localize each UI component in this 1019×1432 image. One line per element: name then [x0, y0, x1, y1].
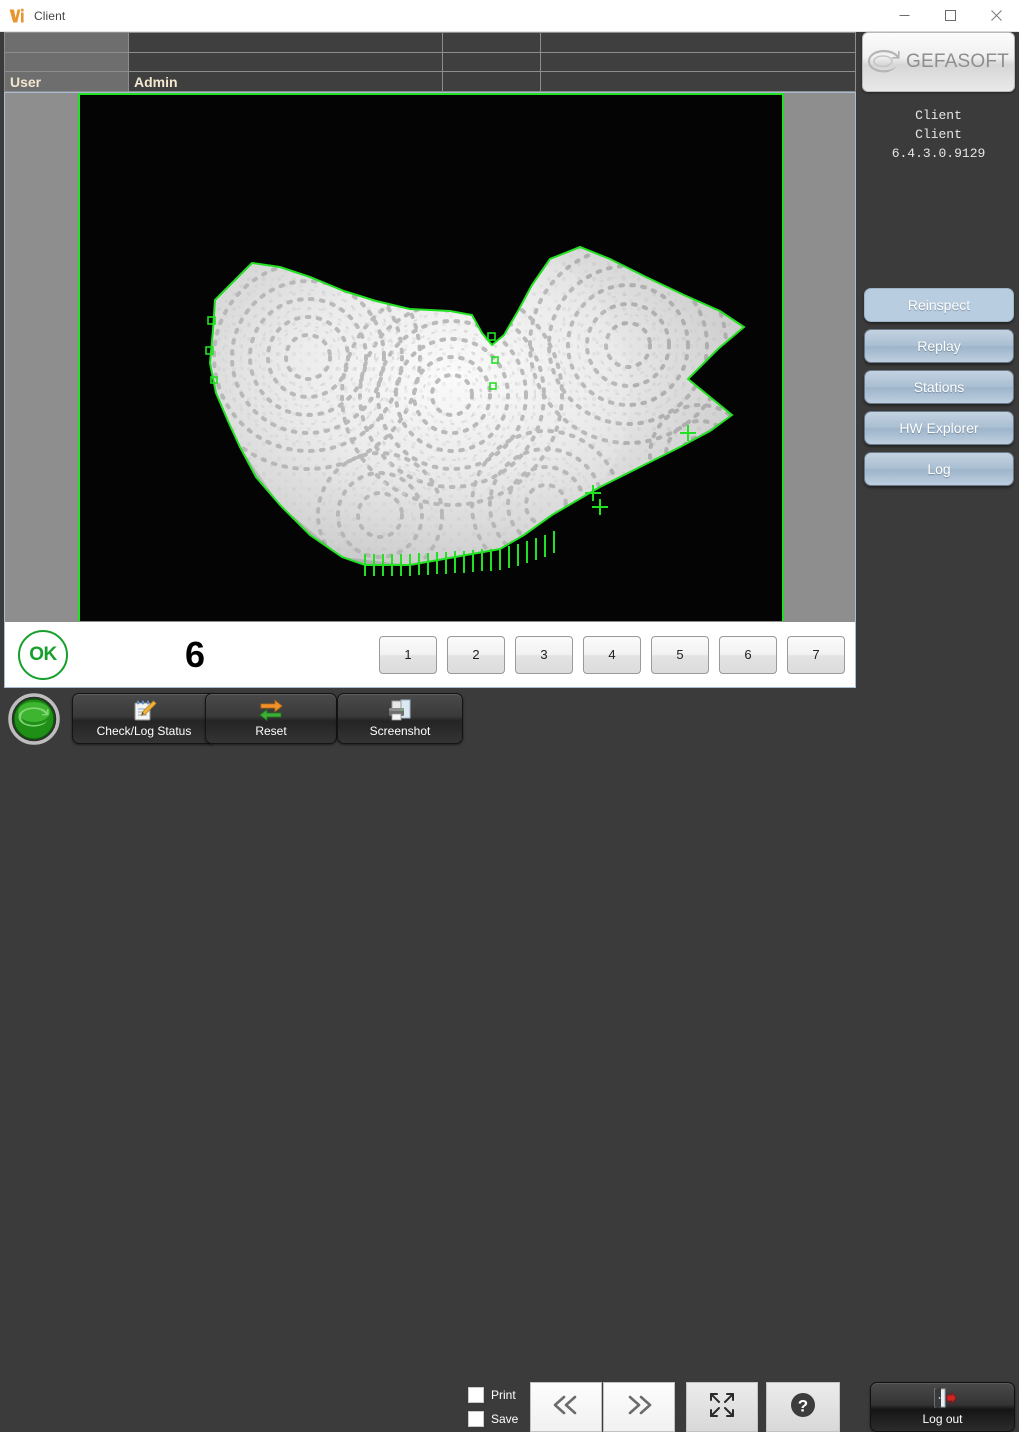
inspected-part-image	[80, 95, 782, 621]
previous-button[interactable]	[530, 1382, 602, 1432]
client-application-window: Client User Admin GEFASOFT Client Client…	[0, 0, 1019, 1432]
check-log-status-label: Check/Log Status	[96, 724, 192, 738]
table-cell-user-label: User	[5, 72, 129, 92]
print-checkbox[interactable]	[468, 1386, 484, 1403]
notepad-pencil-icon	[131, 697, 157, 723]
table-cell-value	[129, 52, 443, 72]
side-button-group: Reinspect Replay Stations HW Explorer Lo…	[864, 288, 1014, 493]
result-status-bar: OK 6 1 2 3 4 5 6 7	[4, 622, 856, 688]
close-button[interactable]	[973, 0, 1019, 31]
table-cell-col3	[443, 72, 541, 92]
stations-button[interactable]: Stations	[864, 370, 1014, 404]
title-bar: Client	[0, 0, 1019, 32]
brand-logo-panel: GEFASOFT	[862, 32, 1015, 92]
green-status-orb[interactable]	[8, 693, 60, 745]
part-count: 6	[185, 633, 206, 675]
chevron-double-right-icon	[622, 1392, 656, 1423]
replay-button[interactable]: Replay	[864, 329, 1014, 363]
reinspect-button[interactable]: Reinspect	[864, 288, 1014, 322]
logout-button[interactable]: Log out	[870, 1382, 1015, 1432]
log-button[interactable]: Log	[864, 452, 1014, 486]
camera-button-4[interactable]: 4	[583, 635, 641, 674]
screenshot-label: Screenshot	[369, 724, 431, 738]
image-viewer-panel	[4, 92, 856, 688]
camera-button-2[interactable]: 2	[447, 635, 505, 674]
camera-selector-group: 1 2 3 4 5 6 7	[379, 635, 845, 674]
refresh-arrows-icon	[257, 697, 285, 723]
table-cell-col4	[541, 72, 855, 92]
screenshot-button[interactable]: Screenshot	[337, 693, 463, 744]
save-checkbox[interactable]	[468, 1410, 484, 1427]
camera-button-7[interactable]: 7	[787, 635, 845, 674]
table-cell-user-value: Admin	[129, 72, 443, 92]
table-row	[5, 33, 855, 53]
window-controls	[881, 0, 1019, 31]
chevron-double-left-icon	[549, 1392, 583, 1423]
next-button[interactable]	[603, 1382, 675, 1432]
table-cell-col3	[443, 52, 541, 72]
version-line-1: Client	[915, 108, 962, 123]
reset-label: Reset	[255, 724, 287, 738]
window-title: Client	[34, 8, 66, 23]
reset-button[interactable]: Reset	[205, 693, 337, 744]
table-row	[5, 52, 855, 73]
question-mark-icon: ?	[788, 1390, 818, 1425]
camera-button-3[interactable]: 3	[515, 635, 573, 674]
camera-button-5[interactable]: 5	[651, 635, 709, 674]
version-line-2: Client	[915, 127, 962, 142]
fullscreen-button[interactable]	[686, 1382, 758, 1432]
inspection-image-canvas[interactable]	[78, 93, 784, 621]
printer-icon	[387, 697, 413, 723]
svg-text:?: ?	[798, 1396, 808, 1415]
expand-arrows-icon	[708, 1391, 736, 1424]
circular-arrow-icon	[868, 49, 900, 75]
table-cell-key	[5, 33, 129, 52]
table-cell-col3	[443, 33, 541, 52]
version-panel: Client Client 6.4.3.0.9129	[862, 98, 1015, 278]
print-checkbox-row[interactable]: Print	[468, 1384, 528, 1405]
logout-label: Log out	[922, 1412, 963, 1426]
table-row: User Admin	[5, 72, 855, 92]
camera-button-6[interactable]: 6	[719, 635, 777, 674]
door-exit-icon	[929, 1387, 957, 1412]
table-cell-value	[129, 33, 443, 52]
maximize-button[interactable]	[927, 0, 973, 31]
table-cell-col4	[541, 33, 855, 52]
help-button[interactable]: ?	[766, 1382, 840, 1432]
app-logo-icon	[8, 7, 26, 25]
table-cell-key	[5, 52, 129, 72]
check-log-status-button[interactable]: Check/Log Status	[72, 693, 216, 744]
status-badge: OK	[18, 629, 68, 680]
save-label: Save	[491, 1411, 519, 1426]
brand-name: GEFASOFT	[906, 51, 1009, 72]
output-options-group: Print Save	[468, 1384, 528, 1432]
hw-explorer-button[interactable]: HW Explorer	[864, 411, 1014, 445]
print-label: Print	[491, 1387, 516, 1402]
info-table: User Admin	[4, 32, 856, 92]
bottom-toolbar: Check/Log Status Reset Screenshot Print …	[0, 690, 1019, 1432]
table-cell-col4	[541, 52, 855, 72]
save-checkbox-row[interactable]: Save	[468, 1408, 528, 1429]
camera-button-1[interactable]: 1	[379, 635, 437, 674]
minimize-button[interactable]	[881, 0, 927, 31]
version-number: 6.4.3.0.9129	[891, 146, 986, 161]
